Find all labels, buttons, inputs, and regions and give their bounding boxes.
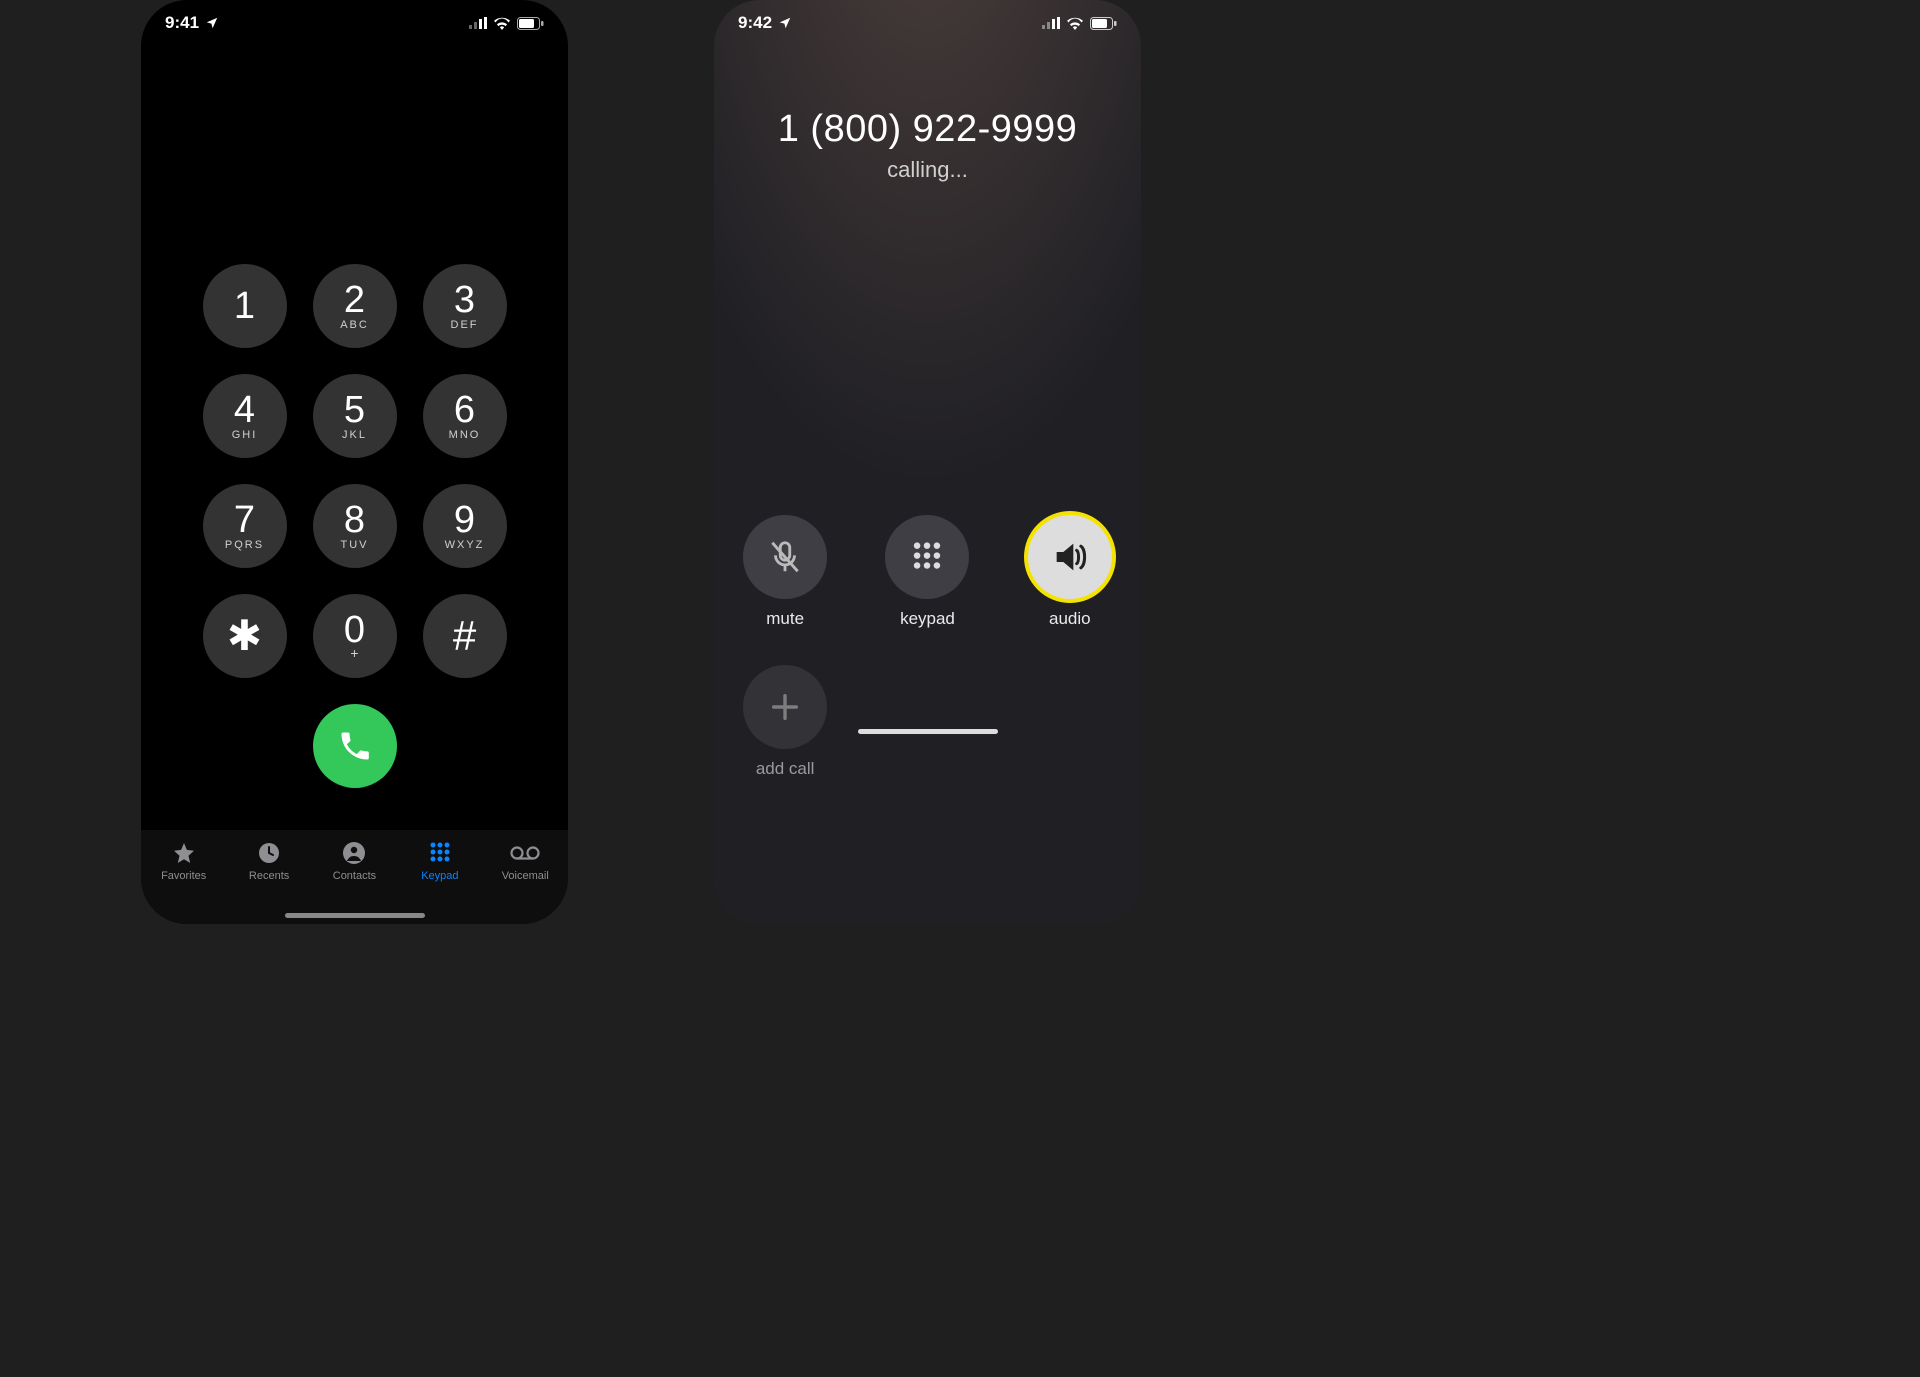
phone-call-screen: 9:42 1 (800) 922-9999 calling... mute ke… xyxy=(714,0,1141,924)
tab-label: Contacts xyxy=(333,870,376,882)
plus-icon xyxy=(768,690,802,724)
mute-icon xyxy=(766,538,804,576)
tab-contacts[interactable]: Contacts xyxy=(319,840,389,882)
mute-button[interactable]: mute xyxy=(743,515,827,629)
battery-icon xyxy=(517,17,544,30)
key-5[interactable]: 5JKL xyxy=(313,374,397,458)
tab-label: Recents xyxy=(249,870,289,882)
key-4[interactable]: 4GHI xyxy=(203,374,287,458)
key-0[interactable]: 0+ xyxy=(313,594,397,678)
status-bar: 9:42 xyxy=(714,0,1141,46)
home-indicator[interactable] xyxy=(858,729,998,734)
key-2[interactable]: 2ABC xyxy=(313,264,397,348)
speaker-icon xyxy=(1050,537,1090,577)
tab-recents[interactable]: Recents xyxy=(234,840,304,882)
tab-favorites[interactable]: Favorites xyxy=(149,840,219,882)
tab-label: Favorites xyxy=(161,870,206,882)
tab-label: Voicemail xyxy=(502,870,549,882)
action-label: add call xyxy=(756,759,815,779)
key-6[interactable]: 6MNO xyxy=(423,374,507,458)
key-star[interactable]: ✱ xyxy=(203,594,287,678)
keypad: 1 2ABC 3DEF 4GHI 5JKL 6MNO 7PQRS 8TUV 9W… xyxy=(141,264,568,788)
person-icon xyxy=(342,840,366,866)
home-indicator[interactable] xyxy=(285,913,425,918)
phone-keypad-screen: 9:41 1 2ABC 3DEF xyxy=(141,0,568,924)
star-icon xyxy=(171,840,197,866)
key-1[interactable]: 1 xyxy=(203,264,287,348)
wifi-icon xyxy=(493,17,511,30)
keypad-icon xyxy=(910,540,944,574)
status-time: 9:42 xyxy=(738,13,772,33)
call-status: calling... xyxy=(714,157,1141,183)
audio-button[interactable]: audio xyxy=(1028,515,1112,629)
key-3[interactable]: 3DEF xyxy=(423,264,507,348)
status-time: 9:41 xyxy=(165,13,199,33)
keypad-button[interactable]: keypad xyxy=(885,515,969,629)
action-label: keypad xyxy=(900,609,955,629)
keypad-icon xyxy=(428,840,452,866)
dial-button[interactable] xyxy=(313,704,397,788)
key-8[interactable]: 8TUV xyxy=(313,484,397,568)
location-icon xyxy=(205,16,219,30)
cellular-icon xyxy=(469,17,487,29)
tab-keypad[interactable]: Keypad xyxy=(405,840,475,882)
call-header: 1 (800) 922-9999 calling... xyxy=(714,108,1141,183)
action-label: audio xyxy=(1049,609,1091,629)
battery-icon xyxy=(1090,17,1117,30)
call-number: 1 (800) 922-9999 xyxy=(714,108,1141,151)
phone-icon xyxy=(337,728,373,764)
clock-icon xyxy=(257,840,281,866)
status-bar: 9:41 xyxy=(141,0,568,46)
location-icon xyxy=(778,16,792,30)
key-7[interactable]: 7PQRS xyxy=(203,484,287,568)
cellular-icon xyxy=(1042,17,1060,29)
key-hash[interactable]: # xyxy=(423,594,507,678)
tab-voicemail[interactable]: Voicemail xyxy=(490,840,560,882)
call-actions: mute keypad audio add call FaceTime cont… xyxy=(714,515,1141,779)
tab-bar: Favorites Recents Contacts Keypad Voicem… xyxy=(141,830,568,924)
voicemail-icon xyxy=(510,840,540,866)
wifi-icon xyxy=(1066,17,1084,30)
tab-label: Keypad xyxy=(421,870,458,882)
key-9[interactable]: 9WXYZ xyxy=(423,484,507,568)
add-call-button[interactable]: add call xyxy=(743,665,827,779)
action-label: mute xyxy=(766,609,804,629)
